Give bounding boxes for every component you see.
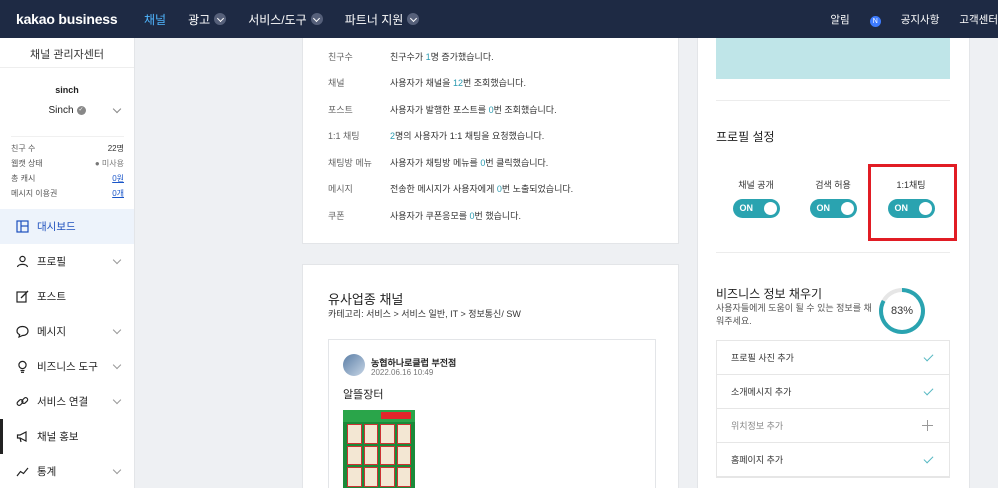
chevron-down-icon xyxy=(214,13,227,25)
stat-webcat-status: 웹캣 상태 ● 미사용 xyxy=(11,159,124,168)
nav-item-ads[interactable]: 광고 xyxy=(188,11,227,28)
toggle-search-allow: 검색 허용 ON xyxy=(803,178,863,218)
divider xyxy=(716,100,950,101)
activity-row-chat-menu: 채팅방 메뉴 사용자가 채팅방 메뉴를 0번 클릭했습니다. xyxy=(328,158,549,168)
sidebar-item-channel-promo[interactable]: 채널 홍보 xyxy=(0,419,134,454)
search-allow-switch[interactable]: ON xyxy=(809,199,857,218)
channel-name: Sinch xyxy=(48,105,74,116)
profile-settings-title: 프로필 설정 xyxy=(716,130,775,144)
channel-logo: sinch xyxy=(55,85,79,95)
toggle-channel-public: 채널 공개 ON xyxy=(726,178,786,218)
checklist-item-profile-photo[interactable]: 프로필 사진 추가 xyxy=(717,341,949,375)
sidebar-item-profile[interactable]: 프로필 xyxy=(0,244,134,279)
message-voucher-link[interactable]: 0개 xyxy=(112,188,124,199)
verified-icon: ✓ xyxy=(76,106,86,115)
checklist-item-homepage[interactable]: 홈페이지 추가 xyxy=(717,443,949,477)
channel-avatar xyxy=(343,354,365,376)
business-info-checklist: 프로필 사진 추가 소개메시지 추가 위치정보 추가 홈페이지 추가 xyxy=(716,340,950,478)
activity-row-coupon: 쿠폰 사용자가 쿠폰응모를 0번 했습니다. xyxy=(328,211,521,221)
sidebar-item-business-tools[interactable]: 비즈니스 도구 xyxy=(0,349,134,384)
alarm-link[interactable]: 알림 N xyxy=(810,12,881,27)
channel-public-switch[interactable]: ON xyxy=(732,199,780,218)
nav-right-links: 알림 N 공지사항 고객센터 xyxy=(790,12,998,27)
customer-center-link[interactable]: 고객센터 xyxy=(959,12,998,27)
activity-row-channel: 채널 사용자가 채널을 12번 조회했습니다. xyxy=(328,78,526,88)
activity-row-post: 포스트 사용자가 발행한 포스트를 0번 조회했습니다. xyxy=(328,105,557,115)
activity-summary-panel: 친구수 친구수가 1명 증가했습니다. 채널 사용자가 채널을 12번 조회했습니다… xyxy=(302,38,679,244)
activity-row-chat: 1:1 채팅 2명의 사용자가 1:1 채팅을 요청했습니다. xyxy=(328,131,545,141)
total-cash-link[interactable]: 0원 xyxy=(112,173,124,184)
chevron-down-icon xyxy=(112,360,122,370)
sidebar-menu: 대시보드 프로필 포스트 메시지 비즈니스 도구 서비스 연결 채널 홍보 통계 xyxy=(0,209,134,488)
sidebar-item-statistics[interactable]: 통계 xyxy=(0,454,134,488)
completion-progress-ring: 83% xyxy=(879,288,925,334)
post-text: 알뜰장터 xyxy=(343,389,384,401)
person-icon xyxy=(15,255,29,269)
sidebar-item-dashboard[interactable]: 대시보드 xyxy=(0,209,134,244)
chevron-down-icon xyxy=(112,104,122,114)
stat-total-cash: 총 캐시 0원 xyxy=(11,173,124,184)
post-thumbnail-image xyxy=(343,410,415,488)
divider xyxy=(716,252,950,253)
similar-channel-title: 유사업종 채널 xyxy=(328,292,404,307)
similar-channel-panel: 유사업종 채널 카테고리: 서비스 > 서비스 일반, IT > 정보통신/ S… xyxy=(302,264,679,488)
chevron-down-icon xyxy=(407,13,420,25)
channel-stats: 친구 수 22명 웹캣 상태 ● 미사용 총 캐시 0원 메시지 이용권 0개 xyxy=(11,136,124,201)
highlight-box xyxy=(868,164,957,241)
right-column: 프로필 설정 채널 공개 ON 검색 허용 ON 1:1채팅 ON 비즈니스 정… xyxy=(697,38,970,488)
bulb-icon xyxy=(15,360,29,374)
chat-bubble-icon xyxy=(15,325,29,339)
category-text: 카테고리: 서비스 > 서비스 일반, IT > 정보통신/ SW xyxy=(328,309,521,319)
edit-icon xyxy=(15,290,29,304)
link-icon xyxy=(15,395,29,409)
chevron-down-icon xyxy=(112,325,122,335)
active-indicator xyxy=(0,419,3,454)
nav-item-services-tools[interactable]: 서비스/도구 xyxy=(248,11,323,28)
sidebar: 채널 관리자센터 sinch Sinch ✓ 친구 수 22명 웹캣 상태 ● 미사… xyxy=(0,38,135,488)
sidebar-item-message[interactable]: 메시지 xyxy=(0,314,134,349)
chevron-down-icon xyxy=(112,465,122,475)
sidebar-item-post[interactable]: 포스트 xyxy=(0,279,134,314)
business-info-description: 사용자들에게 도움이 될 수 있는 정보를 채워주세요. xyxy=(716,303,872,326)
sidebar-title: 채널 관리자센터 xyxy=(0,38,134,68)
post-date: 2022.06.16 10:49 xyxy=(371,368,434,377)
check-icon xyxy=(923,351,934,362)
nav-item-channel[interactable]: 채널 xyxy=(144,11,166,28)
check-icon xyxy=(923,385,934,396)
chevron-down-icon xyxy=(112,255,122,265)
channel-selector[interactable]: Sinch ✓ xyxy=(0,104,134,116)
megaphone-icon xyxy=(15,430,29,444)
sidebar-item-service-connect[interactable]: 서비스 연결 xyxy=(0,384,134,419)
banner-image xyxy=(716,38,950,79)
new-badge: N xyxy=(869,15,881,27)
dashboard-icon xyxy=(15,220,29,234)
check-icon xyxy=(923,453,934,464)
kakao-business-logo[interactable]: kakao business xyxy=(16,11,144,27)
plus-icon xyxy=(922,420,933,431)
chevron-down-icon xyxy=(112,395,122,405)
business-info-title: 비즈니스 정보 채우기 xyxy=(716,287,823,301)
checklist-item-location[interactable]: 위치정보 추가 xyxy=(717,409,949,443)
stat-message-voucher: 메시지 이용권 0개 xyxy=(11,188,124,199)
activity-row-message: 메시지 전송한 메시지가 사용자에게 0번 노출되었습니다. xyxy=(328,184,574,194)
top-navigation-bar: kakao business 채널 광고 서비스/도구 파트너 지원 알림 N 공… xyxy=(0,0,998,38)
notice-link[interactable]: 공지사항 xyxy=(901,12,940,27)
activity-row-friends: 친구수 친구수가 1명 증가했습니다. xyxy=(328,52,494,62)
nav-item-partner-support[interactable]: 파트너 지원 xyxy=(345,11,420,28)
chevron-down-icon xyxy=(310,13,323,25)
similar-channel-post-card[interactable]: 농협하나로클럽 부전점 2022.06.16 10:49 알뜰장터 xyxy=(328,339,656,488)
checklist-item-intro-message[interactable]: 소개메시지 추가 xyxy=(717,375,949,409)
stat-friends: 친구 수 22명 xyxy=(11,144,124,153)
chart-icon xyxy=(15,465,29,479)
